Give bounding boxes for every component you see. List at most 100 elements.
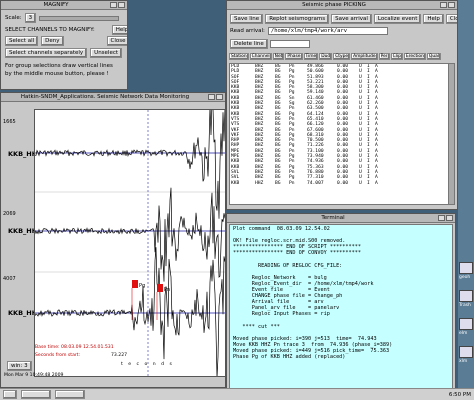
readout-panel: Base time: 08.03.09 12.54.01.531 Seconds… <box>1 343 225 383</box>
read-arrival-field[interactable]: /home/xlm/tmp4/work/arv <box>267 27 388 35</box>
save-line-button[interactable]: Save line <box>230 14 264 24</box>
geoh-icon[interactable] <box>459 262 473 274</box>
elm-icon[interactable] <box>459 318 473 330</box>
column-header[interactable]: Station <box>229 53 249 60</box>
ytick-1: 1665 <box>3 119 16 125</box>
column-header[interactable]: Channel <box>249 53 272 60</box>
phase-picking-window: Seismic phase PICKING Save line Replot s… <box>226 0 458 210</box>
minimize-icon[interactable] <box>440 2 447 8</box>
scale-value[interactable]: 3 <box>24 13 37 23</box>
column-header[interactable]: Phase <box>285 53 303 60</box>
seconds-label: Seconds from start: <box>35 353 81 358</box>
geoh-label: geoh <box>459 275 471 280</box>
phase-title: Seismic phase PICKING <box>302 2 366 8</box>
replot-seismograms-button[interactable]: Replot seismograms <box>265 14 330 24</box>
taskbar-item[interactable] <box>55 390 85 399</box>
seismic-monitor-window: Hatkin-SNDM_Applications. Seismic Networ… <box>0 92 226 388</box>
column-header[interactable]: Qual <box>426 53 442 60</box>
phase-close-button[interactable]: Close <box>445 14 457 24</box>
middle-mouse-note: by the middle mouse button, please ! <box>5 71 109 77</box>
close-icon[interactable] <box>446 215 453 221</box>
trace-hhn <box>34 100 225 219</box>
terminal-window: Terminal Plot command 08.03.09 12.54.02 O… <box>226 213 456 395</box>
deny-button[interactable]: Deny <box>41 36 64 46</box>
unselect-button[interactable]: Unselect <box>90 48 123 58</box>
arrival-list[interactable]: PLD BHZ BG Pn 49.866 0.00 U I A PLD BHZ BG Pg 50.600 0… <box>229 63 449 205</box>
seis-title: Hatkin-SNDM_Applications. Seismic Networ… <box>20 94 190 100</box>
table-cell: Pn <box>289 180 295 186</box>
select-all-button[interactable]: Select all <box>5 36 39 46</box>
taskbar-item[interactable] <box>21 390 51 399</box>
magnify-titlebar[interactable]: MAGNIFY <box>1 1 127 10</box>
seconds-value: 73.227 <box>111 353 128 358</box>
minimize-icon[interactable] <box>110 2 117 8</box>
close-icon[interactable] <box>448 2 455 8</box>
group-selection-note: For group selections draw vertical lines <box>5 63 113 69</box>
table-row[interactable]: KKB HHZ BG Pn 74.007 0.00 U I A <box>230 181 382 186</box>
x-axis-label: t e c o n d s <box>121 362 174 367</box>
minimize-icon[interactable] <box>438 215 445 221</box>
column-header[interactable]: Ctype <box>333 53 351 60</box>
terminal-title: Terminal <box>321 215 345 221</box>
read-arrival-label: Read arrival: <box>230 28 265 34</box>
start-menu-icon[interactable] <box>3 390 17 399</box>
column-header[interactable]: Time <box>303 53 319 60</box>
terminal-titlebar[interactable]: Terminal <box>227 214 455 223</box>
pick-label-pn: Pn <box>164 287 170 293</box>
column-header[interactable]: Net <box>272 53 285 60</box>
help-button[interactable]: Help <box>111 25 127 35</box>
pick-label-pg: Pg <box>139 283 145 289</box>
column-headers: Station Channel Net Phase Time Dud Ctype Amplit… <box>229 53 442 60</box>
select-channels-label: SELECT CHANNELS TO MAGNIFY: <box>5 27 95 33</box>
table-cell: I <box>367 180 370 186</box>
magnify-title: MAGNIFY <box>43 2 69 8</box>
table-cell: 74.007 <box>307 180 324 186</box>
seis-titlebar[interactable]: Hatkin-SNDM_Applications. Seismic Networ… <box>1 93 225 102</box>
magnify-window: MAGNIFY Scale: 3 SELECT CHANNELS TO MAGN… <box>0 0 128 90</box>
trash-label: Trash <box>459 303 471 308</box>
save-arrival-button[interactable]: Save arrival <box>331 14 372 24</box>
scale-slider[interactable] <box>39 15 120 21</box>
delete-line-field[interactable] <box>269 39 310 48</box>
pick-marker-pg[interactable] <box>132 280 138 288</box>
trace-hhe <box>34 187 225 282</box>
xlm-label: xlm <box>459 359 468 364</box>
ytick-2: 2069 <box>3 211 16 217</box>
table-cell: U <box>359 180 362 186</box>
ytick-3: 4007 <box>3 276 16 282</box>
seismogram-svg[interactable]: Pg Pn <box>34 100 225 379</box>
column-header[interactable]: Dud <box>319 53 333 60</box>
minimize-icon[interactable] <box>208 94 215 100</box>
localize-event-button[interactable]: Localize event <box>373 14 422 24</box>
close-icon[interactable] <box>216 94 223 100</box>
delete-line-button[interactable]: Delete line <box>230 39 268 49</box>
close-button[interactable]: Close <box>106 36 127 46</box>
table-cell: KKB <box>231 180 240 186</box>
pick-marker-pn[interactable] <box>157 284 163 292</box>
seismogram-plot[interactable]: Pg Pn <box>34 100 225 379</box>
column-header[interactable]: Per <box>378 53 390 60</box>
taskbar: 6:50 PM <box>0 388 474 400</box>
clock: 6:50 PM <box>448 391 471 398</box>
close-icon[interactable] <box>118 2 125 8</box>
terminal-line: Phase Pg of KKB HHZ added (replaced) <box>233 353 346 360</box>
phase-titlebar[interactable]: Seismic phase PICKING <box>227 1 457 10</box>
date-stamp: Mon Mar 9 10:49:48 2009 <box>4 373 64 378</box>
table-cell: 0.00 <box>337 180 349 186</box>
select-separately-button[interactable]: Select channels separately <box>5 48 88 58</box>
elm-label: elm <box>459 331 468 336</box>
base-time: Base time: 08.03.09 12.54.01.531 <box>35 345 114 350</box>
scale-label: Scale: <box>5 15 22 21</box>
column-header[interactable]: Erection <box>403 53 426 60</box>
column-header[interactable]: Clip <box>390 53 403 60</box>
phase-help-button[interactable]: Help <box>423 14 444 24</box>
column-header[interactable]: Amplitude <box>351 53 378 60</box>
terminal-output[interactable]: Plot command 08.03.09 12.54.02 OK! File r… <box>229 224 453 392</box>
win-selector[interactable]: win: 3 <box>7 361 32 371</box>
xlm-icon[interactable] <box>459 346 473 358</box>
arrival-list-scrollbar[interactable] <box>448 63 455 205</box>
trash-icon[interactable] <box>459 290 473 302</box>
table-cell: A <box>375 180 378 186</box>
table-cell: BG <box>275 180 281 186</box>
table-cell: HHZ <box>255 180 264 186</box>
